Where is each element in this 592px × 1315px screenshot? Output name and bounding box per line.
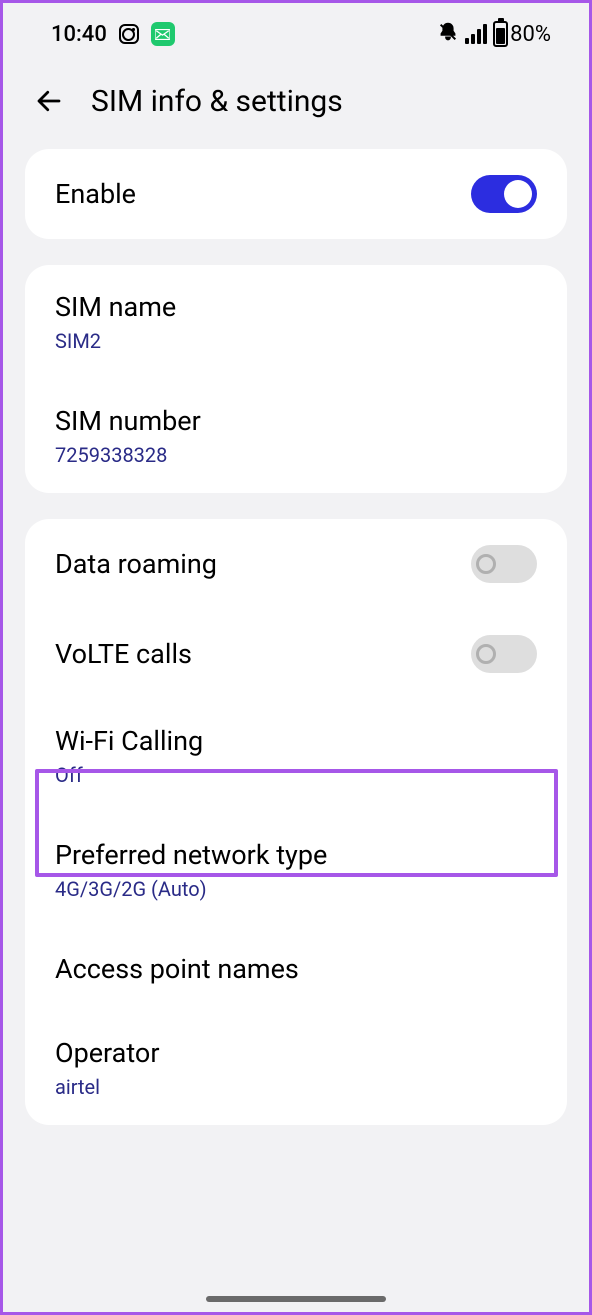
app-header: SIM info & settings: [3, 63, 589, 149]
mute-icon: [437, 21, 459, 47]
nav-handle[interactable]: [206, 1296, 386, 1302]
enable-label: Enable: [55, 178, 136, 210]
operator-label: Operator: [55, 1037, 159, 1069]
enable-card: Enable: [25, 149, 567, 239]
page-title: SIM info & settings: [91, 84, 343, 119]
operator-value: airtel: [55, 1075, 100, 1099]
network-card: Data roaming VoLTE calls Wi-Fi Calling O…: [25, 519, 567, 1125]
data-roaming-row[interactable]: Data roaming: [25, 519, 567, 609]
sim-number-label: SIM number: [55, 405, 201, 437]
sim-number-row[interactable]: SIM number 7259338328: [25, 379, 567, 493]
status-bar: 10:40 80%: [3, 3, 589, 63]
toggle-thumb: [476, 644, 496, 664]
instagram-icon: [119, 24, 139, 44]
back-button[interactable]: [31, 83, 67, 119]
sim-name-value: SIM2: [55, 329, 101, 353]
volte-label: VoLTE calls: [55, 638, 192, 670]
volte-toggle[interactable]: [471, 635, 537, 673]
operator-row[interactable]: Operator airtel: [25, 1011, 567, 1125]
status-left: 10:40: [51, 22, 175, 47]
enable-row[interactable]: Enable: [25, 149, 567, 239]
wifi-calling-label: Wi-Fi Calling: [55, 725, 203, 757]
preferred-network-value: 4G/3G/2G (Auto): [55, 877, 207, 901]
sim-number-value: 7259338328: [55, 443, 167, 467]
sim-info-card: SIM name SIM2 SIM number 7259338328: [25, 265, 567, 493]
battery-icon: 80%: [493, 21, 551, 47]
apn-label: Access point names: [55, 953, 299, 985]
clock-time: 10:40: [51, 22, 107, 47]
wifi-calling-row[interactable]: Wi-Fi Calling Off: [25, 699, 567, 813]
status-right: 80%: [437, 21, 551, 47]
preferred-network-label: Preferred network type: [55, 839, 327, 871]
volte-row[interactable]: VoLTE calls: [25, 609, 567, 699]
data-roaming-label: Data roaming: [55, 548, 217, 580]
enable-toggle[interactable]: [471, 175, 537, 213]
battery-percentage: 80%: [510, 22, 551, 47]
toggle-thumb: [504, 180, 532, 208]
preferred-network-row[interactable]: Preferred network type 4G/3G/2G (Auto): [25, 813, 567, 927]
apn-row[interactable]: Access point names: [25, 927, 567, 1011]
signal-icon: [465, 24, 487, 44]
message-icon: [151, 22, 175, 46]
data-roaming-toggle[interactable]: [471, 545, 537, 583]
toggle-thumb: [476, 554, 496, 574]
sim-name-label: SIM name: [55, 291, 176, 323]
wifi-calling-value: Off: [55, 763, 83, 787]
sim-name-row[interactable]: SIM name SIM2: [25, 265, 567, 379]
arrow-left-icon: [34, 86, 64, 116]
